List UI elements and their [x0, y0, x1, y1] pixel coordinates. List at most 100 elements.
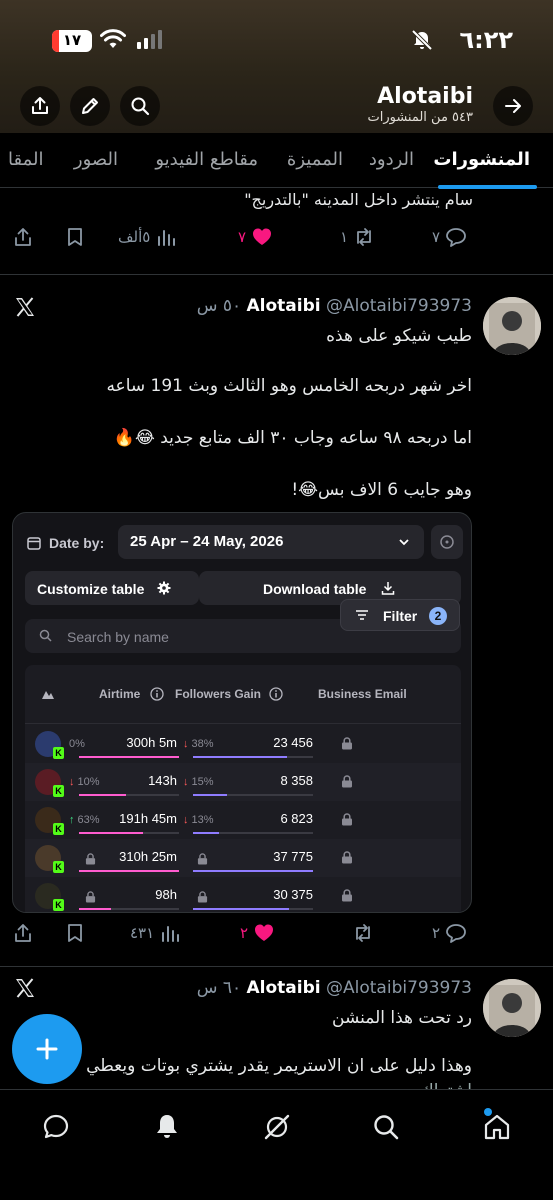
share-button[interactable]: [12, 922, 34, 944]
kick-platform-icon: K: [53, 861, 64, 873]
back-button[interactable]: [493, 86, 533, 126]
reply-button[interactable]: ٢: [432, 922, 467, 944]
nav-grok[interactable]: [262, 1112, 292, 1142]
post-text-line: اما دربحه ٩٨ ساعه وجاب ٣٠ الف متابع جديد…: [113, 428, 472, 448]
tab-posts[interactable]: المنشورات: [433, 149, 530, 170]
followers-gain-bar: [193, 756, 313, 758]
reply-icon: [446, 924, 466, 943]
lock-icon: [85, 890, 96, 903]
kick-platform-icon: K: [53, 823, 64, 835]
search-placeholder: Search by name: [67, 629, 169, 645]
bookmark-icon: [68, 228, 82, 246]
post-image[interactable]: Date by: 25 Apr – 24 May, 2026 Customize…: [12, 512, 472, 913]
info-icon: [269, 687, 283, 701]
author-name[interactable]: Alotaibi: [247, 978, 321, 998]
post-author-line: Alotaibi @Alotaibi793973 ٦٠ س: [197, 978, 472, 998]
bookmark-button[interactable]: [64, 226, 86, 248]
post-text-line: وهو جايب 6 الاف بس😂!: [291, 480, 472, 500]
column-airtime: Airtime: [99, 687, 141, 701]
home-icon: [484, 1114, 510, 1140]
arrow-right-icon: [505, 99, 521, 113]
avatar[interactable]: [483, 297, 541, 355]
airtime-value: 310h 25m: [119, 849, 177, 864]
date-by-label: Date by:: [27, 535, 104, 551]
airtime-bar: [79, 832, 179, 834]
reply-icon: [446, 228, 466, 247]
filter-count-badge: 2: [429, 607, 447, 625]
x-logo-icon[interactable]: [14, 296, 36, 318]
posts-feed: سام ينتشر داخل المدينه "بالتدريج" ٥ألف ٧…: [0, 188, 553, 1089]
repost-button[interactable]: [352, 922, 374, 944]
column-followers-gain: Followers Gain: [175, 687, 262, 701]
lock-icon: [197, 852, 208, 865]
author-handle-time: @Alotaibi793973 ٥٠ س: [196, 296, 472, 316]
share-button[interactable]: [12, 226, 34, 248]
nav-home[interactable]: [482, 1112, 512, 1142]
kick-platform-icon: K: [53, 747, 64, 759]
tab-videos[interactable]: مقاطع الفيديو: [155, 149, 258, 170]
tab-photos[interactable]: الصور: [74, 149, 118, 170]
bell-icon: [157, 1115, 177, 1138]
kick-platform-icon: K: [53, 785, 64, 797]
followers-gain-value: 8 358: [280, 773, 313, 788]
bottom-navigation: [0, 1089, 553, 1200]
like-count: ٧: [238, 228, 247, 246]
like-button[interactable]: ٧: [238, 226, 273, 248]
gain-change: ↓ 15%: [183, 776, 214, 788]
analytics-icon: [158, 230, 176, 246]
views-count[interactable]: ٤٣١: [130, 922, 181, 944]
business-email-lock-icon: [341, 775, 353, 788]
bookmark-button[interactable]: [64, 922, 86, 944]
profile-tabs: المنشورات الردود المميزة مقاطع الفيديو ا…: [0, 133, 553, 189]
heart-filled-icon: [255, 924, 274, 941]
home-notification-dot: [484, 1108, 492, 1116]
filter-button: Filter 2: [340, 599, 460, 631]
airtime-change: ↑ 63%: [69, 814, 100, 826]
tab-articles[interactable]: المقا: [8, 149, 43, 170]
post-actions: ٤٣١ ٢ ٢: [0, 922, 553, 952]
search-profile-button[interactable]: [120, 86, 160, 126]
airtime-bar: [79, 870, 179, 872]
airtime-value: 143h: [148, 773, 177, 788]
silent-mode-icon: [411, 29, 433, 51]
views-count[interactable]: ٥ألف: [118, 226, 177, 248]
lock-icon: [85, 852, 96, 865]
gain-change: ↓ 13%: [183, 814, 214, 826]
airtime-bar-fill: [79, 794, 126, 796]
table-row: K 98h 30 375: [25, 877, 461, 912]
date-by-text: Date by:: [49, 535, 105, 551]
reply-count: ٧: [432, 228, 441, 246]
chevron-down-icon: [399, 539, 409, 546]
profile-header: ١٧ ٦:٢٢ Alotaibi ٥٤٣ من المنشورات: [0, 0, 553, 133]
post-text-line: رد تحت هذا المنشن: [332, 1008, 472, 1028]
download-icon: [381, 582, 395, 595]
nav-notifications[interactable]: [152, 1112, 182, 1142]
avatar[interactable]: [483, 979, 541, 1037]
compose-post-button[interactable]: [12, 1014, 82, 1084]
post-divider: [0, 274, 553, 275]
reply-button[interactable]: ٧: [432, 226, 467, 248]
column-business-email: Business Email: [318, 687, 407, 701]
like-button[interactable]: ٢: [240, 922, 275, 944]
author-name[interactable]: Alotaibi: [247, 296, 321, 316]
customize-table-button: Customize table: [25, 571, 199, 605]
search-icon: [131, 97, 150, 116]
search-icon: [39, 629, 52, 642]
filter-icon: [356, 610, 368, 620]
kick-platform-icon: K: [53, 899, 64, 911]
airtime-bar-fill: [79, 832, 143, 834]
post-text-line: وهذا دليل على ان الاستريمر يقدر يشتري بو…: [86, 1056, 472, 1076]
x-logo-icon[interactable]: [14, 977, 36, 999]
edit-profile-button[interactable]: [70, 86, 110, 126]
nav-messages[interactable]: [41, 1112, 71, 1142]
tab-highlights[interactable]: المميزة: [287, 149, 343, 170]
nav-search[interactable]: [371, 1112, 401, 1142]
profile-name: Alotaibi: [377, 84, 473, 109]
business-email-lock-icon: [341, 813, 353, 826]
previous-post-text: سام ينتشر داخل المدينه "بالتدريج": [244, 190, 473, 209]
tab-replies[interactable]: الردود: [369, 149, 414, 170]
airtime-change: 0%: [69, 738, 85, 750]
share-profile-button[interactable]: [20, 86, 60, 126]
business-email-lock-icon: [341, 851, 353, 864]
repost-button[interactable]: ١: [340, 226, 375, 248]
